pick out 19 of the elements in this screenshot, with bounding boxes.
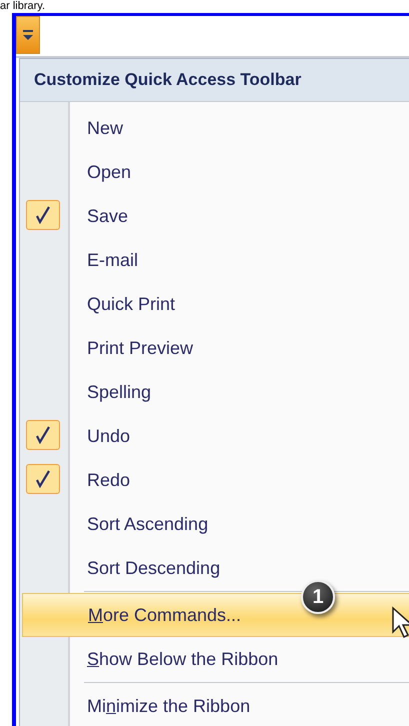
menu-item[interactable]: Sort Ascending [87, 514, 208, 534]
menu-item[interactable]: Show Below the Ribbon [87, 648, 278, 670]
customize-dropdown-button[interactable] [16, 16, 40, 54]
dropdown-icon [22, 28, 34, 42]
menu-item[interactable]: New [87, 118, 124, 138]
menu-title: Customize Quick Access Toolbar [20, 59, 409, 102]
menu-item[interactable]: E-mail [87, 250, 138, 270]
step-badge: 1 [301, 580, 335, 614]
menu-item[interactable]: Undo [87, 426, 130, 446]
menu-item[interactable]: Quick Print [87, 294, 176, 314]
menu-item[interactable]: Print Preview [87, 338, 194, 358]
menu-item[interactable]: Minimize the Ribbon [87, 696, 250, 716]
caption-text: ar library. [0, 0, 46, 12]
menu-item[interactable]: Spelling [87, 382, 152, 402]
menu-item[interactable]: Open [87, 162, 132, 182]
menu-item[interactable]: More Commands... [88, 604, 242, 626]
menu-item[interactable]: Redo [87, 470, 130, 490]
menu-item[interactable]: Save [87, 206, 128, 226]
menu-item[interactable]: Sort Descending [87, 558, 220, 578]
